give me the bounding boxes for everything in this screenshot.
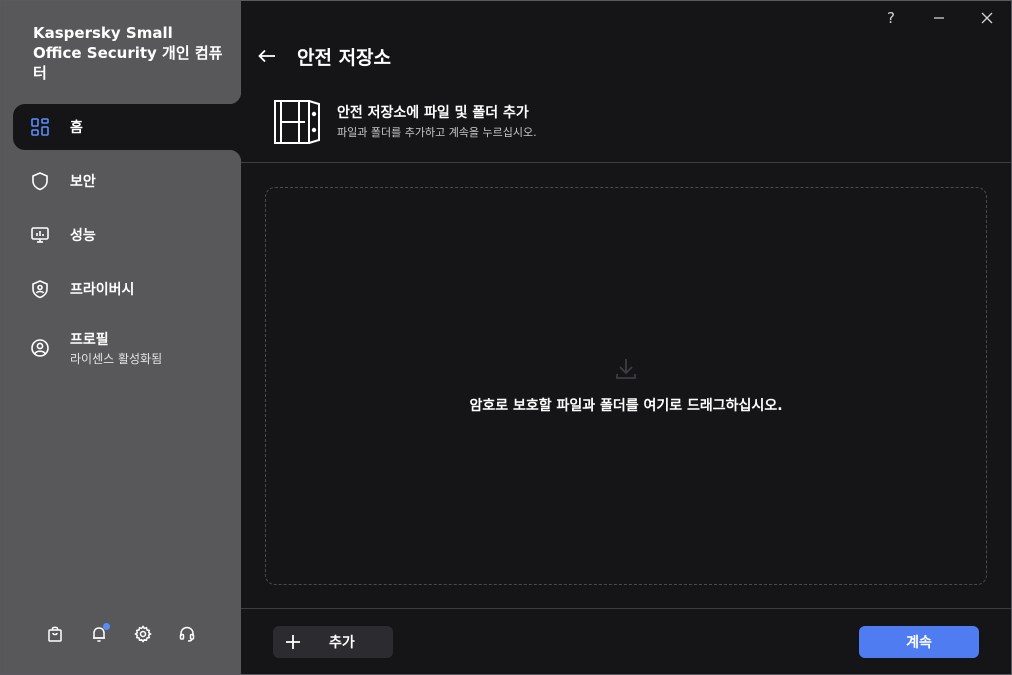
sidebar-item-security[interactable]: 보안 bbox=[13, 158, 241, 204]
arrow-left-icon bbox=[258, 49, 275, 63]
dropzone-text: 암호로 보호할 파일과 폴더를 여기로 드래그하십시오. bbox=[469, 398, 783, 414]
app-window: Kaspersky Small Office Security 개인 컴퓨터 홈… bbox=[0, 0, 1012, 675]
sidebar-item-label: 보안 bbox=[70, 174, 96, 190]
close-button[interactable] bbox=[976, 7, 998, 29]
section-title: 안전 저장소에 파일 및 폴더 추가 bbox=[337, 105, 529, 121]
sidebar-item-home[interactable]: 홈 bbox=[13, 92, 241, 162]
continue-button[interactable]: 계속 bbox=[859, 626, 979, 658]
safe-vault-icon bbox=[273, 98, 323, 150]
add-button[interactable]: 추가 bbox=[273, 626, 393, 658]
notification-bell-icon[interactable] bbox=[89, 623, 110, 644]
sidebar: Kaspersky Small Office Security 개인 컴퓨터 홈… bbox=[1, 1, 241, 674]
monitor-performance-icon bbox=[30, 225, 50, 245]
download-tray-icon bbox=[615, 357, 637, 385]
page-title: 안전 저장소 bbox=[297, 47, 392, 69]
header-divider bbox=[241, 162, 1011, 163]
sidebar-item-privacy[interactable]: 프라이버시 bbox=[13, 266, 241, 312]
sidebar-item-label: 홈 bbox=[70, 120, 83, 136]
section-subtitle: 파일과 폴더를 추가하고 계속을 누르십시오. bbox=[337, 126, 537, 139]
close-icon bbox=[981, 12, 993, 24]
file-dropzone[interactable] bbox=[265, 187, 987, 585]
shield-icon bbox=[30, 171, 50, 191]
back-button[interactable] bbox=[255, 45, 279, 67]
profile-icon bbox=[30, 338, 50, 358]
sidebar-item-label: 프로필 bbox=[70, 332, 109, 348]
license-status: 라이센스 활성화됨 bbox=[70, 352, 163, 366]
store-bag-icon[interactable] bbox=[45, 624, 65, 644]
sidebar-item-profile[interactable]: 프로필 라이센스 활성화됨 bbox=[13, 323, 241, 373]
app-title: Kaspersky Small Office Security 개인 컴퓨터 bbox=[33, 24, 223, 82]
sidebar-footer bbox=[45, 623, 197, 644]
footer-divider bbox=[241, 608, 1011, 609]
support-headset-icon[interactable] bbox=[177, 624, 197, 644]
plus-icon bbox=[285, 634, 301, 650]
help-button[interactable]: ? bbox=[880, 7, 902, 29]
sidebar-item-performance[interactable]: 성능 bbox=[13, 212, 241, 258]
home-grid-icon bbox=[30, 117, 50, 137]
sidebar-item-label: 성능 bbox=[70, 228, 96, 244]
sidebar-item-label: 프라이버시 bbox=[70, 282, 135, 298]
notification-dot bbox=[103, 623, 110, 630]
add-button-label: 추가 bbox=[329, 635, 355, 651]
privacy-shield-icon bbox=[30, 279, 50, 299]
settings-gear-icon[interactable] bbox=[133, 624, 153, 644]
minimize-button[interactable] bbox=[928, 7, 950, 29]
